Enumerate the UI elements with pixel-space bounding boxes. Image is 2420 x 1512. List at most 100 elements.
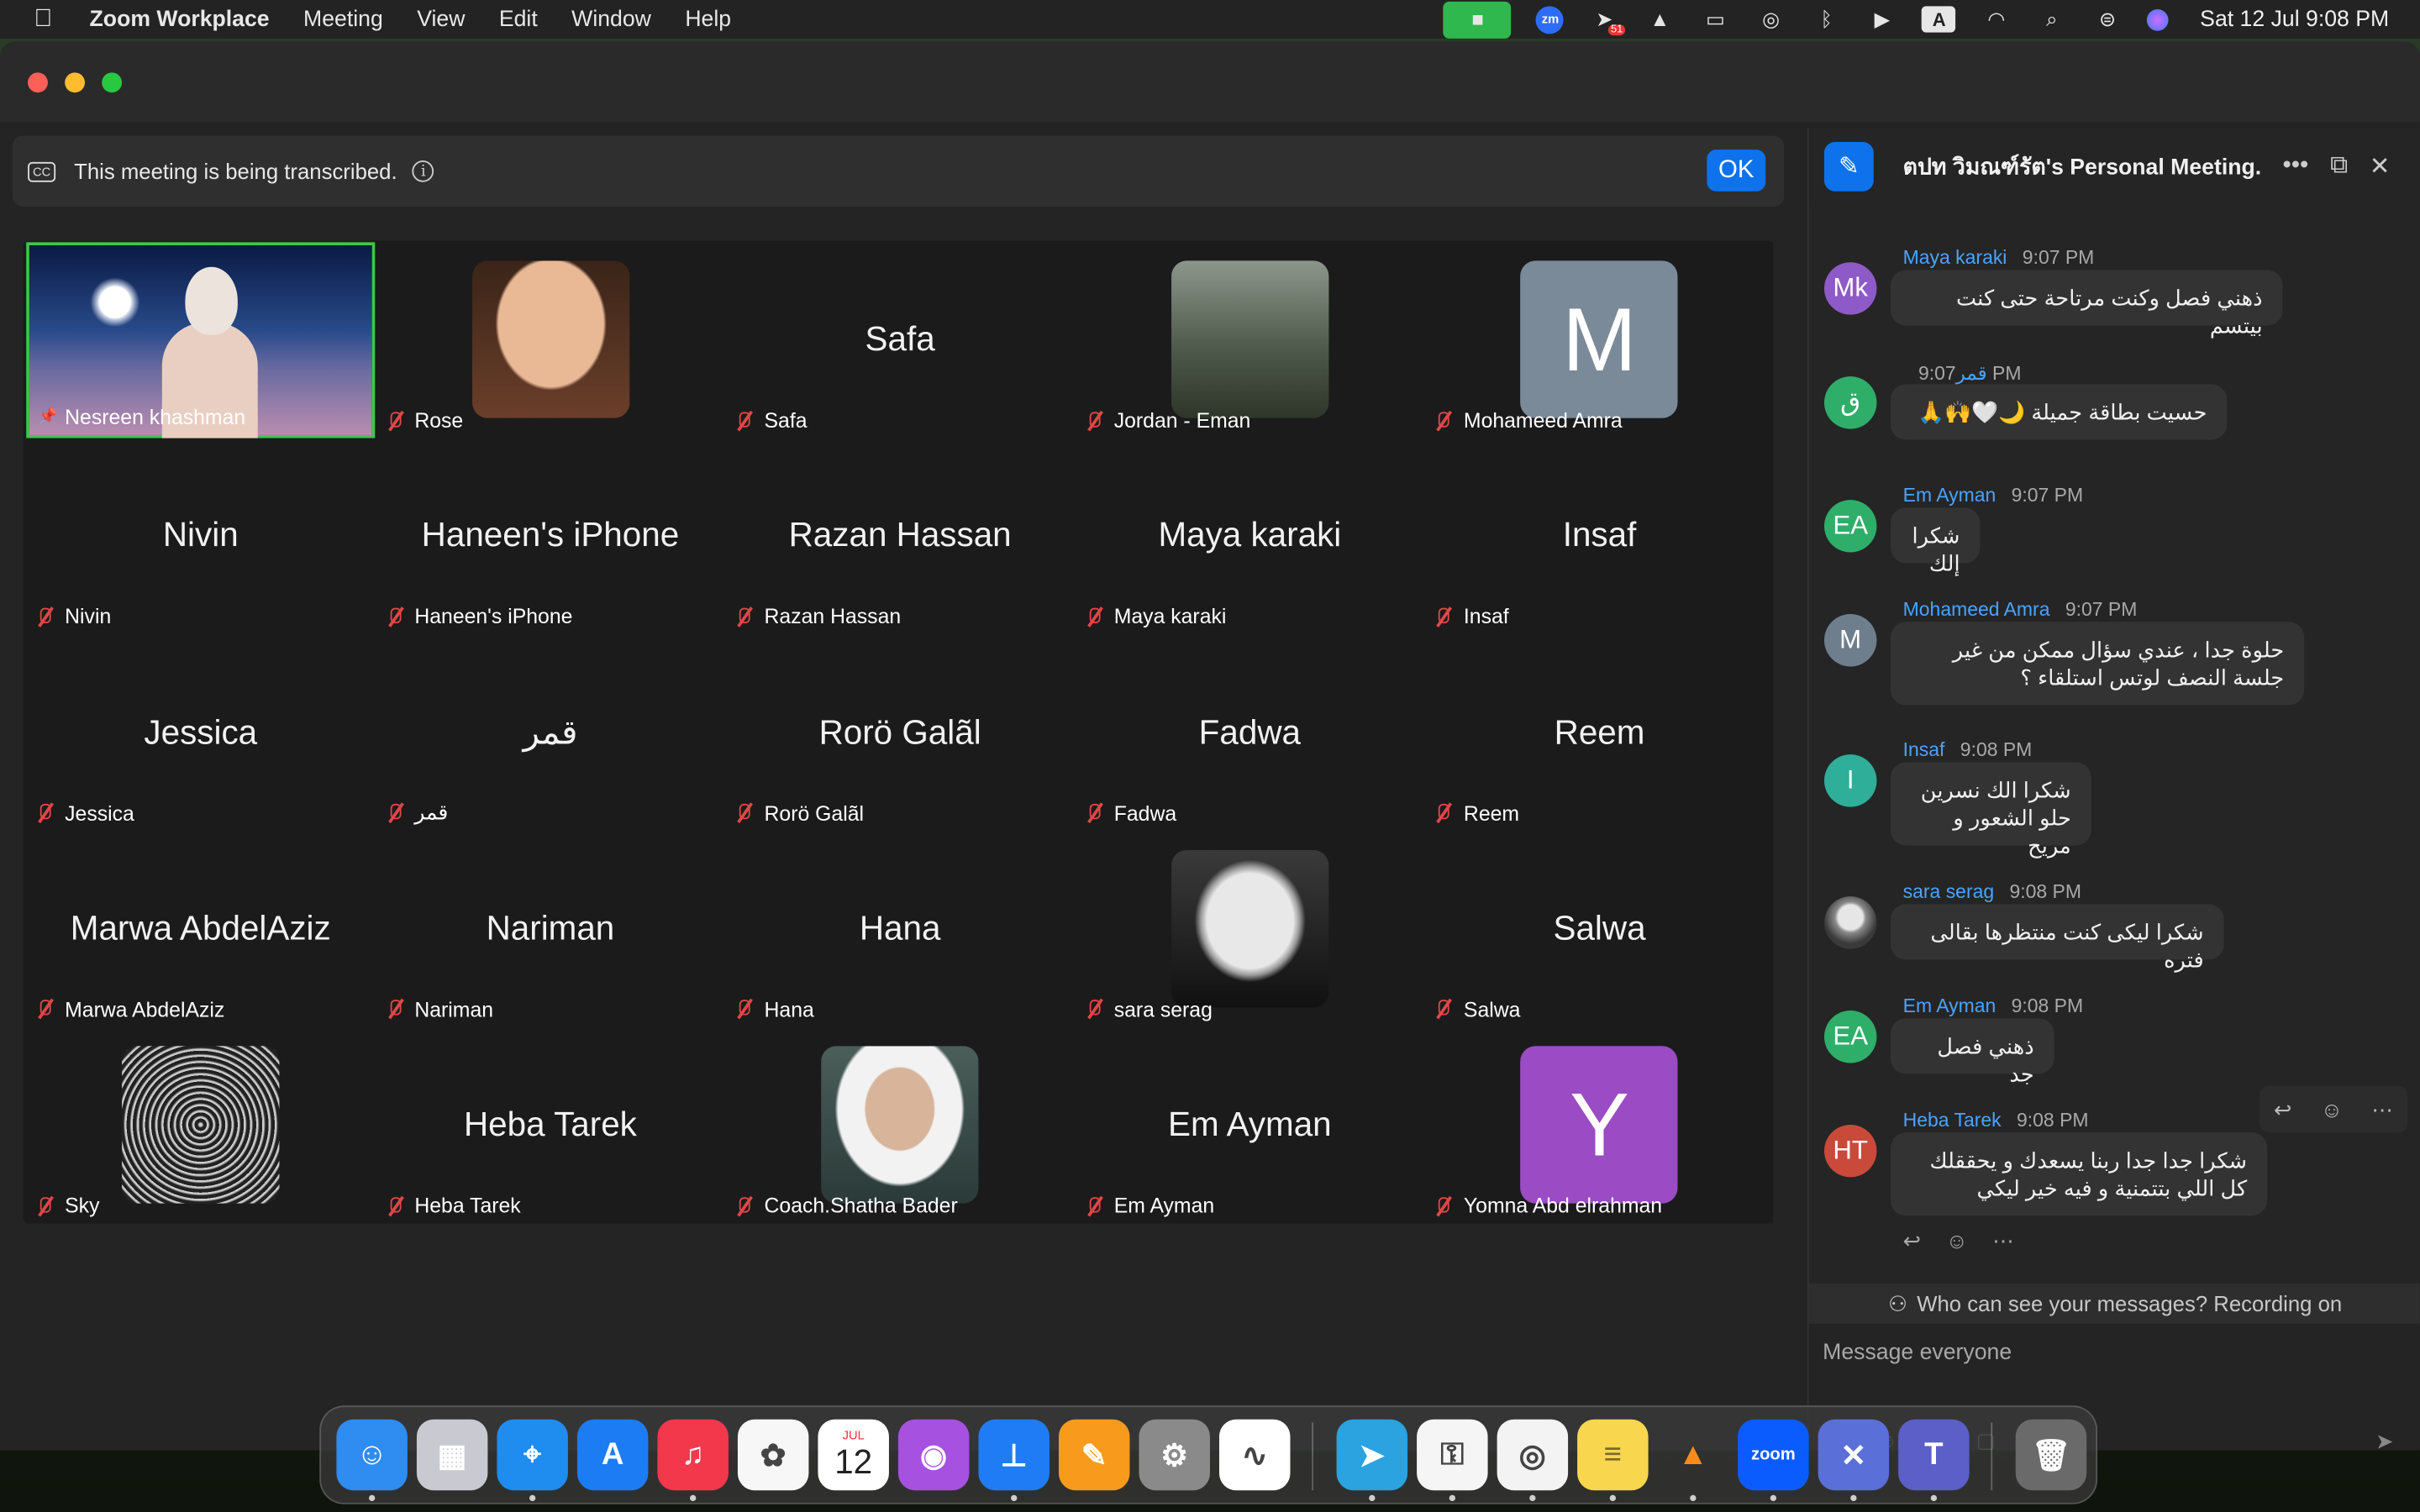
participant-tile[interactable]: Marwa AbdelAziz Marwa AbdelAziz [26,831,376,1028]
window-titlebar[interactable] [0,41,2420,123]
participant-tile[interactable]: Insaf Insaf [1424,438,1775,635]
add-reaction-icon[interactable]: ☺ [1946,1228,1968,1254]
sender-name[interactable]: Em Ayman [1903,485,1996,507]
menu-app-name[interactable]: Zoom Workplace [90,7,270,31]
message-bubble[interactable]: شكرا إلك [1890,507,1981,575]
zoom-app-icon[interactable]: zm [1536,5,1565,34]
participant-tile[interactable]: Y Yomna Abd elrahman [1424,1027,1775,1224]
participant-tile[interactable]: Jessica Jessica [26,634,376,832]
sender-avatar[interactable]: EA [1823,500,1877,553]
menu-meeting[interactable]: Meeting [303,7,383,31]
menu-window[interactable]: Window [571,7,651,31]
message-bubble[interactable]: شكرا ليكى كنت منتظرها بقالى فتره [1890,904,2224,972]
telegram-icon[interactable]: ➤ [1336,1419,1408,1491]
participant-tile[interactable]: قمر قمر [376,634,725,832]
xcode-tools-icon[interactable]: ✕ [1818,1419,1890,1491]
participant-tile[interactable]: Sky [26,1027,376,1224]
message-input[interactable]: Message everyone [1823,1341,2012,1365]
freeform-icon[interactable]: ∿ [1218,1419,1291,1491]
system-settings-icon[interactable]: ⚙ [1139,1419,1210,1491]
more-icon[interactable]: ⋯ [2371,1096,2393,1122]
zoom-icon[interactable]: zoom [1738,1419,1809,1491]
sender-avatar[interactable]: I [1823,754,1877,807]
reply-icon[interactable]: ↩ [1903,1228,1922,1254]
participant-tile[interactable]: Salwa Salwa [1424,831,1775,1028]
calendar-icon[interactable]: JUL 12 [818,1419,889,1491]
podcasts-icon[interactable]: ◉ [897,1419,970,1491]
safari-icon[interactable]: ⌖ [497,1419,568,1491]
message-bubble[interactable]: ذهني فصل وكنت مرتاحة حتى كنت بيتسم [1890,270,2283,338]
bluetooth-icon[interactable]: ᛒ [1811,7,1842,31]
privacy-notice[interactable]: ⚇ Who can see your messages? Recording o… [1808,1284,2420,1324]
sender-avatar[interactable]: HT [1823,1124,1877,1178]
participant-tile[interactable]: Hana Hana [725,831,1075,1028]
more-icon[interactable]: ⋯ [1992,1228,2014,1254]
music-icon[interactable]: ♫ [657,1419,729,1491]
ok-button[interactable]: OK [1707,150,1766,192]
participant-tile[interactable]: Rorö Galãl Rorö Galãl [725,634,1075,832]
search-icon[interactable]: ⌕ [2036,7,2067,31]
send-icon[interactable]: ➤ [2375,1429,2394,1451]
participant-tile[interactable]: Fadwa Fadwa [1075,634,1424,832]
new-chat-icon[interactable]: ✎ [1823,141,1874,192]
participant-tile[interactable]: sara serag [1075,831,1424,1028]
participant-tile[interactable]: 📌 Nesreen khashman [26,242,376,440]
sender-name[interactable]: Heba Tarek [1903,1110,2002,1131]
menu-view[interactable]: View [417,7,465,31]
chrome-icon[interactable]: ◎ [1497,1419,1569,1491]
participant-tile[interactable]: Safa Safa [725,242,1075,438]
sender-name[interactable]: sara serag [1903,881,1994,903]
message-bubble[interactable]: شكرا جدا جدا ربنا يسعدك و يحققلك كل اللي… [1890,1132,2268,1216]
zoom-camera-icon[interactable]: ■ [1444,0,1512,38]
sender-avatar[interactable]: ق [1823,376,1877,429]
close-window-button[interactable] [28,72,48,93]
menu-clock[interactable]: Sat 12 Jul 9:08 PM [2200,7,2389,31]
keynote-icon[interactable]: ⊥ [978,1419,1050,1491]
participant-tile[interactable]: Reem Reem [1424,634,1775,832]
more-options-icon[interactable]: ••• [2282,153,2308,181]
launchpad-icon[interactable]: ▦ [416,1419,488,1491]
sender-name[interactable]: Insaf [1903,739,1945,761]
participant-tile[interactable]: M Mohameed Amra [1424,242,1775,438]
trash-icon[interactable]: 🗑 [2015,1419,2087,1491]
menu-help[interactable]: Help [685,7,731,31]
play-circle-icon[interactable]: ▶ [1866,7,1897,31]
participant-tile[interactable]: Haneen's iPhone Haneen's iPhone [376,438,725,635]
pop-out-icon[interactable]: ⧉ [2330,153,2348,181]
apple-logo-icon[interactable]:  [34,5,65,33]
app-store-icon[interactable]: A [576,1419,649,1491]
participant-tile[interactable]: Rose [376,242,725,438]
close-icon[interactable]: ✕ [2370,151,2391,182]
sender-name[interactable]: Mohameed Amra [1903,599,2050,621]
finder-icon[interactable]: ☺ [336,1419,408,1491]
message-bubble[interactable]: حلوة جدا ، عندي سؤال ممكن من غير جلسة ال… [1890,622,2305,706]
participant-tile[interactable]: Coach.Shatha Bader [725,1027,1075,1224]
menu-edit[interactable]: Edit [499,7,538,31]
teams-icon[interactable]: T [1898,1419,1970,1491]
sender-avatar[interactable]: EA [1823,1011,1877,1063]
input-source-icon[interactable]: A [1922,6,1956,33]
participant-tile[interactable]: Em Ayman Em Ayman [1075,1027,1424,1224]
vlc-cone-icon[interactable]: ▲ [1644,7,1676,31]
info-icon[interactable]: i [413,160,434,182]
zoom-window-button[interactable] [102,72,123,93]
participant-tile[interactable]: Razan Hassan Razan Hassan [725,438,1075,635]
add-reaction-icon[interactable]: ☺ [2321,1097,2343,1121]
notes-icon[interactable]: ≡ [1577,1419,1649,1491]
participant-tile[interactable]: Maya karaki Maya karaki [1075,438,1424,635]
battery-icon[interactable]: ▭ [1700,7,1731,31]
sender-avatar[interactable] [1823,896,1877,949]
airdrop-icon[interactable]: ◎ [1755,7,1786,31]
wifi-icon[interactable]: ◠ [1981,7,2012,31]
sender-name[interactable]: قمر [1956,363,1987,385]
sender-avatar[interactable]: Mk [1823,262,1877,315]
participant-tile[interactable]: Nariman Nariman [376,831,725,1028]
control-center-icon[interactable]: ⊜ [2092,7,2123,31]
siri-icon[interactable] [2147,8,2170,30]
minimize-window-button[interactable] [65,72,86,93]
reply-icon[interactable]: ↩ [2274,1096,2292,1122]
passwords-icon[interactable]: ⚿ [1417,1419,1488,1491]
sender-name[interactable]: Em Ayman [1903,995,1996,1017]
vlc-icon[interactable]: ▲ [1658,1420,1728,1490]
participant-tile[interactable]: Jordan - Eman [1075,242,1424,438]
